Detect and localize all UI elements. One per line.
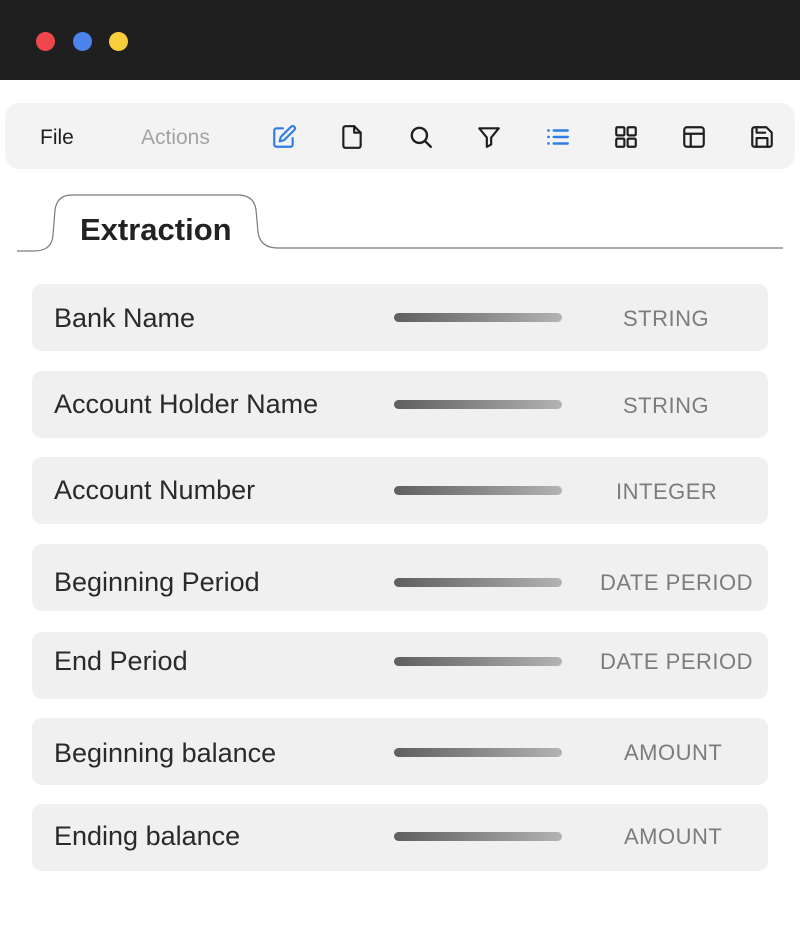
field-name: Account Holder Name: [54, 389, 319, 419]
window-titlebar: [0, 0, 800, 80]
file-menu[interactable]: File: [40, 125, 74, 151]
grid-icon[interactable]: [612, 123, 640, 151]
actions-menu[interactable]: Actions: [141, 125, 210, 151]
layout-icon[interactable]: [680, 123, 708, 151]
field-type: DATE PERIOD: [600, 649, 754, 674]
field-type: INTEGER: [616, 479, 718, 504]
field-name: End Period: [54, 646, 188, 676]
field-name: Beginning balance: [54, 738, 277, 768]
field-row[interactable]: Bank Name STRING: [32, 284, 768, 351]
field-row[interactable]: Account Number INTEGER: [32, 457, 768, 524]
document-icon[interactable]: [338, 123, 366, 151]
field-value-placeholder: [394, 400, 562, 409]
field-value-placeholder: [394, 313, 562, 322]
field-type: STRING: [623, 306, 710, 331]
toolbar: File Actions: [5, 103, 795, 169]
field-name: Ending balance: [54, 821, 241, 851]
field-value-placeholder: [394, 832, 562, 841]
field-name: Bank Name: [54, 303, 196, 333]
field-row[interactable]: Ending balance AMOUNT: [32, 804, 768, 871]
field-type: STRING: [623, 393, 710, 418]
field-row[interactable]: End Period DATE PERIOD: [32, 632, 768, 699]
field-row[interactable]: Account Holder Name STRING: [32, 371, 768, 438]
field-row[interactable]: Beginning Period DATE PERIOD: [32, 544, 768, 611]
close-window-button[interactable]: [36, 32, 55, 51]
field-name: Account Number: [54, 475, 256, 505]
minimize-window-button[interactable]: [73, 32, 92, 51]
field-type: AMOUNT: [624, 740, 723, 765]
field-type: DATE PERIOD: [600, 570, 754, 595]
field-value-placeholder: [394, 748, 562, 757]
field-value-placeholder: [394, 657, 562, 666]
field-type: AMOUNT: [624, 824, 723, 849]
field-value-placeholder: [394, 486, 562, 495]
search-icon[interactable]: [407, 123, 435, 151]
tab-extraction[interactable]: Extraction: [80, 212, 232, 248]
edit-icon[interactable]: [270, 123, 298, 151]
field-name: Beginning Period: [54, 567, 260, 597]
save-icon[interactable]: [748, 123, 776, 151]
list-icon[interactable]: [544, 123, 572, 151]
filter-icon[interactable]: [475, 123, 503, 151]
maximize-window-button[interactable]: [109, 32, 128, 51]
field-value-placeholder: [394, 578, 562, 587]
tab-strip: Extraction: [0, 190, 800, 260]
field-row[interactable]: Beginning balance AMOUNT: [32, 718, 768, 785]
